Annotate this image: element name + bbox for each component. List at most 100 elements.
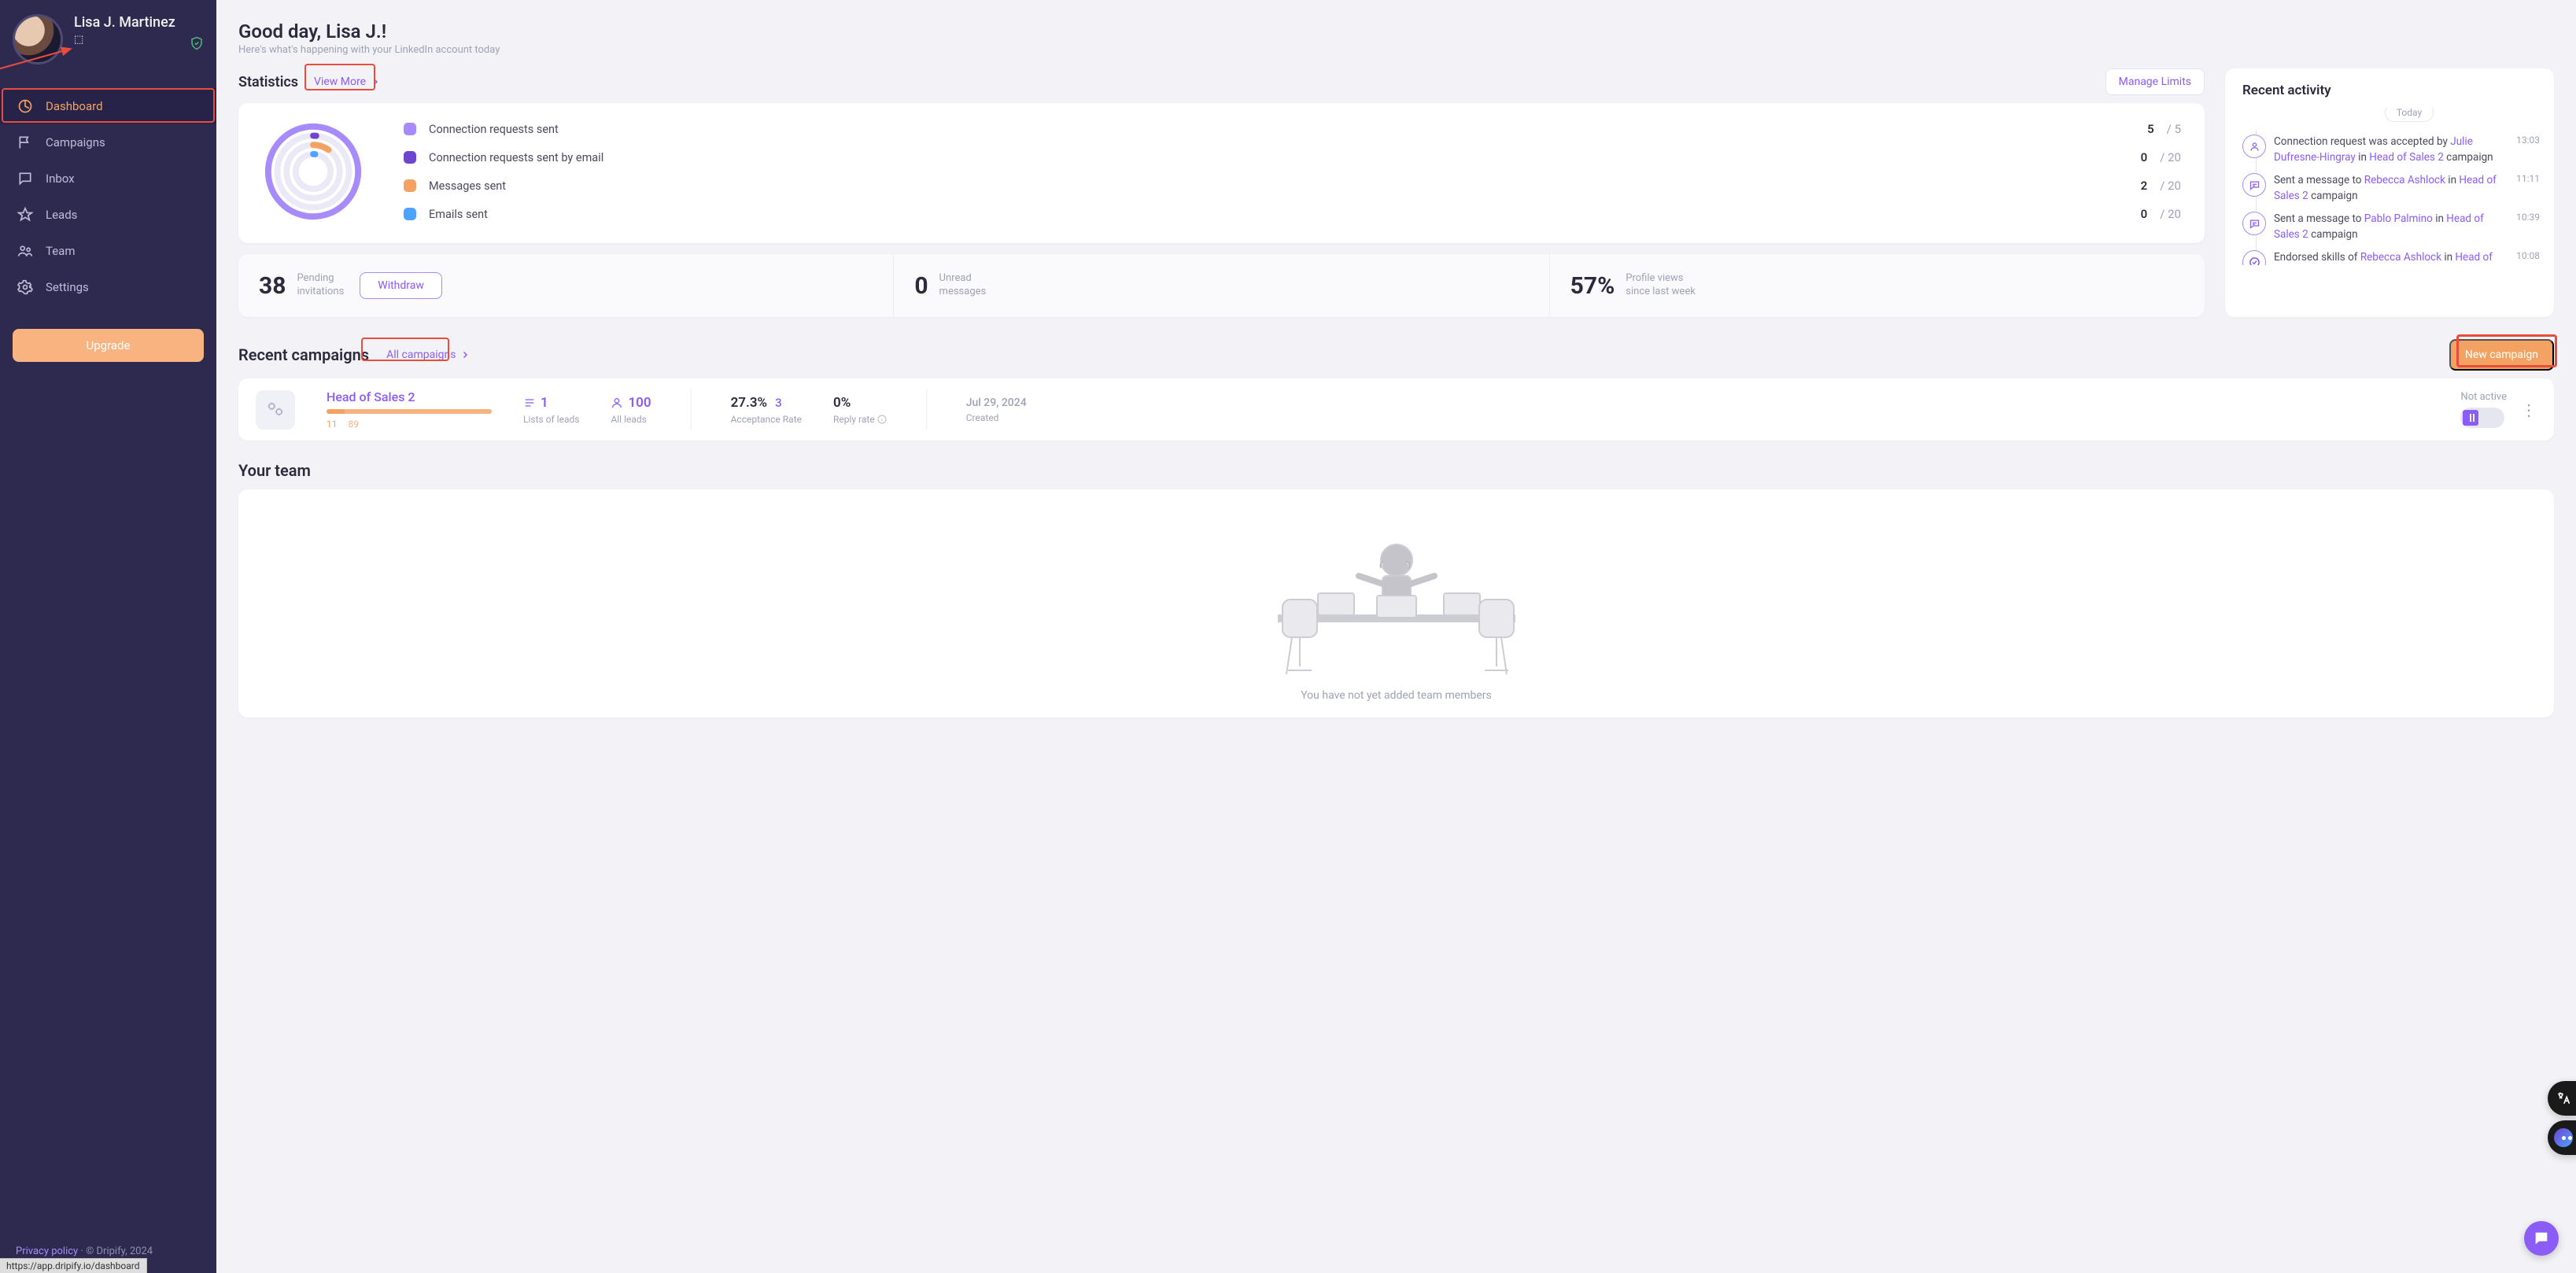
- withdraw-button[interactable]: Withdraw: [360, 272, 442, 299]
- metric-pending: 38 Pendinginvitations Withdraw: [238, 254, 893, 317]
- profile-meta: ⬚: [74, 34, 175, 46]
- dashboard-icon: [17, 98, 33, 114]
- recent-activity-title: Recent activity: [2242, 83, 2545, 98]
- copyright: © Dripify, 2024: [86, 1245, 153, 1257]
- upgrade-button[interactable]: Upgrade: [13, 329, 204, 362]
- bot-float-button[interactable]: [2548, 1120, 2576, 1155]
- page-subtitle: Here's what's happening with your Linked…: [238, 44, 2554, 56]
- metrics-row: 38 Pendinginvitations Withdraw 0 Unreadm…: [238, 254, 2205, 317]
- campaign-acceptance: 27.3%3 Acceptance Rate: [731, 395, 802, 425]
- donut-chart: [262, 120, 364, 223]
- profile-block: Lisa J. Martinez ⬚: [0, 0, 216, 74]
- new-campaign-button[interactable]: New campaign: [2449, 339, 2554, 371]
- sidebar: Lisa J. Martinez ⬚ Dashboard Campaigns I…: [0, 0, 216, 1273]
- stat-line: Connection requests sent by email 0 / 20: [404, 150, 2181, 164]
- avatar[interactable]: [13, 14, 63, 65]
- help-float-button[interactable]: [2524, 1221, 2559, 1256]
- recent-campaigns-title: Recent campaigns: [238, 345, 369, 364]
- page-greeting: Good day, Lisa J.!: [238, 20, 2554, 42]
- timeline-item-icon: [2242, 250, 2266, 265]
- sidebar-item-label: Campaigns: [46, 135, 199, 149]
- language-float-button[interactable]: [2548, 1081, 2576, 1116]
- timeline-item-text: Sent a message to Pablo Palmino in Head …: [2274, 212, 2507, 242]
- sidebar-item-dashboard[interactable]: Dashboard: [0, 88, 216, 124]
- campaign-lists: 1 Lists of leads: [523, 395, 579, 425]
- main-content: Good day, Lisa J.! Here's what's happeni…: [216, 0, 2576, 1273]
- timeline-item[interactable]: Endorsed skills of Rebecca Ashlock in He…: [2274, 250, 2545, 265]
- sidebar-item-team[interactable]: Team: [0, 233, 216, 269]
- flag-icon: [17, 135, 33, 150]
- stat-line: Messages sent 2 / 20: [404, 179, 2181, 193]
- team-empty-illustration: [1231, 513, 1562, 678]
- sidebar-item-label: Team: [46, 244, 199, 258]
- legend-dot: [404, 179, 416, 192]
- sidebar-item-label: Settings: [46, 280, 199, 294]
- translate-icon: [2556, 1090, 2571, 1106]
- privacy-link[interactable]: Privacy policy: [16, 1245, 78, 1257]
- timeline-item[interactable]: Sent a message to Rebecca Ashlock in Hea…: [2274, 173, 2545, 204]
- campaign-menu-button[interactable]: ⋮: [2521, 405, 2537, 415]
- campaign-toggle[interactable]: [2460, 408, 2504, 428]
- timeline-item[interactable]: Sent a message to Pablo Palmino in Head …: [2274, 212, 2545, 242]
- list-icon: [523, 397, 536, 409]
- user-icon: [611, 397, 623, 409]
- campaign-reply: 0% Reply rate: [833, 395, 887, 425]
- campaign-created: Jul 29, 2024 Created: [966, 397, 1027, 423]
- campaign-progress: [327, 409, 492, 414]
- profile-name: Lisa J. Martinez: [74, 14, 175, 31]
- stat-line: Emails sent 0 / 20: [404, 207, 2181, 221]
- legend-dot: [404, 151, 416, 164]
- timeline-item-time: 10:39: [2516, 212, 2545, 223]
- chevron-right-icon: [371, 77, 380, 87]
- campaign-all-leads: 100 All leads: [611, 395, 651, 425]
- timeline-item-icon: [2242, 135, 2266, 158]
- team-empty-text: You have not yet added team members: [1301, 689, 1492, 702]
- sidebar-item-leads[interactable]: Leads: [0, 197, 216, 233]
- team-title: Your team: [238, 461, 2554, 480]
- timeline-item-time: 10:08: [2516, 250, 2545, 261]
- timeline-item-text: Endorsed skills of Rebecca Ashlock in He…: [2274, 250, 2507, 265]
- manage-limits-button[interactable]: Manage Limits: [2105, 68, 2205, 95]
- chat-icon: [17, 171, 33, 186]
- sidebar-item-inbox[interactable]: Inbox: [0, 161, 216, 197]
- statistics-card: Connection requests sent 5 / 5 Connectio…: [238, 103, 2205, 243]
- team-card: You have not yet added team members: [238, 489, 2554, 718]
- timeline-item-icon: [2242, 212, 2266, 235]
- campaign-icon: [256, 390, 295, 430]
- statistics-header: Statistics View More Manage Limits: [238, 68, 2205, 95]
- timeline-item[interactable]: Connection request was accepted by Julie…: [2274, 135, 2545, 165]
- verified-shield-icon: [190, 36, 204, 54]
- campaign-row[interactable]: Head of Sales 2 11 89 1 Lists of leads 1…: [238, 378, 2554, 441]
- timeline-day-label: Today: [2385, 108, 2434, 122]
- campaign-name[interactable]: Head of Sales 2: [327, 389, 492, 404]
- view-more-link[interactable]: View More: [306, 71, 388, 93]
- browser-status-bar: https://app.dripify.io/dashboard: [0, 1258, 147, 1273]
- timeline-item-icon: [2242, 173, 2266, 197]
- all-campaigns-link[interactable]: All campaigns: [378, 344, 478, 366]
- campaign-status-label: Not active: [2460, 391, 2507, 403]
- sidebar-item-label: Leads: [46, 208, 199, 222]
- metric-unread: 0 Unreadmessages: [893, 254, 1548, 317]
- connection-icon: ⬚: [74, 34, 83, 46]
- sidebar-item-settings[interactable]: Settings: [0, 269, 216, 305]
- legend-dot: [404, 208, 416, 220]
- bot-icon: [2554, 1128, 2573, 1147]
- stat-line: Connection requests sent 5 / 5: [404, 122, 2181, 136]
- recent-campaigns-header: Recent campaigns All campaigns New campa…: [238, 339, 2554, 371]
- gear-icon: [17, 279, 33, 295]
- chat-bubble-icon: [2533, 1230, 2550, 1247]
- statistics-title: Statistics: [238, 74, 298, 90]
- chevron-right-icon: [460, 350, 470, 360]
- timeline-item-text: Sent a message to Rebecca Ashlock in Hea…: [2274, 173, 2507, 204]
- legend-dot: [404, 123, 416, 135]
- timeline-item-text: Connection request was accepted by Julie…: [2274, 135, 2507, 165]
- star-icon: [17, 207, 33, 223]
- sidebar-item-campaigns[interactable]: Campaigns: [0, 124, 216, 161]
- sidebar-item-label: Dashboard: [46, 99, 199, 113]
- sidebar-item-label: Inbox: [46, 172, 199, 186]
- team-icon: [17, 243, 33, 259]
- recent-activity-card: Recent activity Today Connection request…: [2225, 68, 2554, 317]
- metric-views: 57% Profile viewssince last week: [1549, 254, 2205, 317]
- info-icon[interactable]: [877, 415, 887, 424]
- campaign-name-block: Head of Sales 2 11 89: [327, 389, 492, 430]
